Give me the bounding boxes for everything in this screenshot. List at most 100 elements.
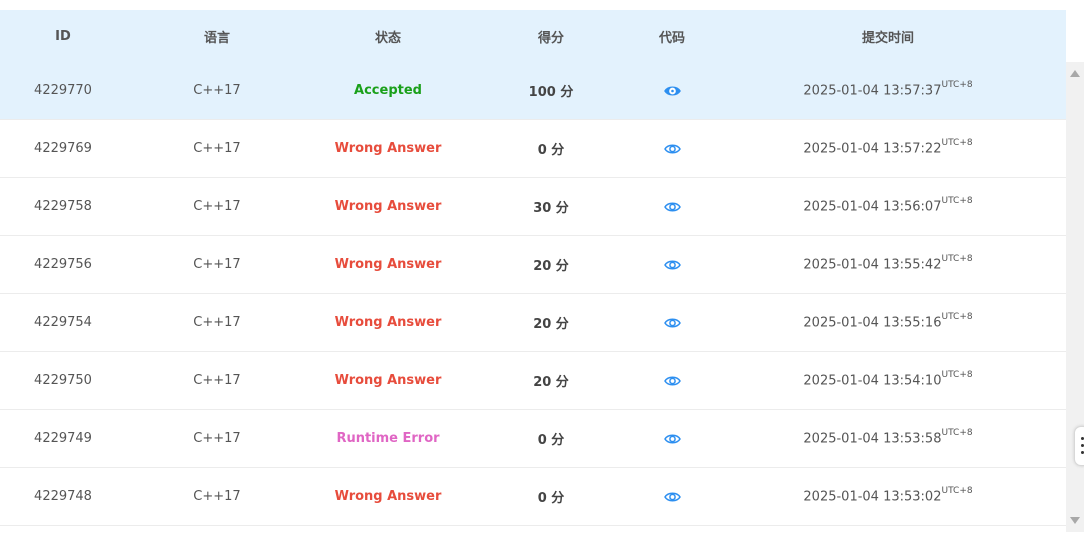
table-row[interactable]: 4229756 C++17 Wrong Answer 20 分 2025-01-04 1… — [0, 236, 1066, 294]
score-value: 0 分 — [537, 491, 565, 506]
submission-id[interactable]: 4229756 — [0, 257, 126, 272]
table-row[interactable]: 4229750 C++17 Wrong Answer 20 分 2025-01-04 1… — [0, 352, 1066, 410]
timezone-label: UTC+8 — [941, 138, 973, 149]
submission-status[interactable]: Wrong Answer — [308, 315, 468, 330]
status-label[interactable]: Wrong Answer — [335, 199, 442, 214]
table-row[interactable]: 4229749 C++17 Runtime Error 0 分 2025-01-04 1… — [0, 410, 1066, 468]
submission-language: C++17 — [193, 315, 241, 330]
side-drag-handle[interactable] — [1074, 426, 1084, 466]
submit-time: 2025-01-04 13:55:16UTC+8 — [710, 312, 1066, 331]
score-value: 0 分 — [537, 433, 565, 448]
submission-status[interactable]: Wrong Answer — [308, 489, 468, 504]
submit-time: 2025-01-04 13:57:37UTC+8 — [710, 80, 1066, 98]
submission-id[interactable]: 4229748 — [0, 489, 126, 504]
time-value: 2025-01-04 13:54:10 — [803, 373, 942, 389]
table-body: 4229770 C++17 Accepted 100 分 2025-01-04 13:5… — [0, 62, 1066, 526]
submission-language: C++17 — [193, 199, 241, 214]
submission-table: ID 语言 状态 得分 代码 提交时间 4229770 C++17 Accepted… — [0, 10, 1066, 526]
time-value: 2025-01-04 13:55:42 — [803, 257, 942, 273]
status-label[interactable]: Accepted — [354, 83, 422, 98]
score-value: 100 分 — [528, 85, 574, 100]
column-header-submit-time[interactable]: 提交时间 — [710, 27, 1066, 46]
score-value: 20 分 — [533, 317, 569, 332]
eye-icon[interactable] — [663, 433, 681, 445]
submission-id[interactable]: 4229770 — [0, 83, 126, 98]
view-code-cell[interactable] — [634, 431, 710, 446]
submit-time: 2025-01-04 13:57:22UTC+8 — [710, 138, 1066, 156]
toolbar-strip — [0, 0, 1066, 10]
column-header-status[interactable]: 状态 — [308, 27, 468, 46]
submission-status[interactable]: Wrong Answer — [308, 199, 468, 214]
submit-time: 2025-01-04 13:53:58UTC+8 — [710, 428, 1066, 447]
view-code-cell[interactable] — [634, 373, 710, 388]
column-header-language[interactable]: 语言 — [126, 27, 308, 46]
submission-language: C++17 — [193, 431, 241, 446]
column-header-code: 代码 — [658, 30, 685, 46]
table-row[interactable]: 4229754 C++17 Wrong Answer 20 分 2025-01-04 1… — [0, 294, 1066, 352]
table-row[interactable]: 4229770 C++17 Accepted 100 分 2025-01-04 13:5… — [0, 62, 1066, 120]
submit-time: 2025-01-04 13:55:42UTC+8 — [710, 254, 1066, 273]
timezone-label: UTC+8 — [941, 486, 973, 497]
time-value: 2025-01-04 13:56:07 — [803, 199, 942, 215]
time-value: 2025-01-04 13:53:02 — [803, 489, 942, 505]
score-value: 20 分 — [533, 259, 569, 274]
view-code-cell[interactable] — [634, 199, 710, 214]
status-label[interactable]: Wrong Answer — [335, 489, 442, 504]
score-value: 30 分 — [533, 201, 569, 216]
score-value: 20 分 — [533, 375, 569, 390]
status-label[interactable]: Runtime Error — [336, 431, 439, 446]
view-code-cell[interactable] — [634, 257, 710, 272]
eye-icon[interactable] — [663, 201, 681, 213]
eye-icon[interactable] — [663, 85, 681, 97]
view-code-cell[interactable] — [634, 83, 710, 98]
timezone-label: UTC+8 — [941, 254, 973, 265]
submission-language: C++17 — [193, 83, 241, 98]
eye-icon[interactable] — [663, 491, 681, 503]
timezone-label: UTC+8 — [941, 196, 973, 207]
scroll-up-arrow-icon[interactable] — [1070, 70, 1080, 77]
eye-icon[interactable] — [663, 375, 681, 387]
view-code-cell[interactable] — [634, 489, 710, 504]
table-row[interactable]: 4229748 C++17 Wrong Answer 0 分 2025-01-04 13… — [0, 468, 1066, 526]
column-header-id[interactable]: ID — [0, 29, 126, 44]
submit-time: 2025-01-04 13:53:02UTC+8 — [710, 486, 1066, 505]
submission-status[interactable]: Runtime Error — [308, 431, 468, 446]
status-label[interactable]: Wrong Answer — [335, 257, 442, 272]
eye-icon[interactable] — [663, 317, 681, 329]
submission-id[interactable]: 4229754 — [0, 315, 126, 330]
table-header: ID 语言 状态 得分 代码 提交时间 — [0, 10, 1066, 62]
submission-score: 30 分 — [468, 197, 634, 216]
submission-score: 20 分 — [468, 255, 634, 274]
submission-id[interactable]: 4229750 — [0, 373, 126, 388]
status-label[interactable]: Wrong Answer — [335, 373, 442, 388]
submission-id[interactable]: 4229769 — [0, 141, 126, 156]
submission-score: 0 分 — [468, 139, 634, 158]
timezone-label: UTC+8 — [941, 370, 973, 381]
status-label[interactable]: Wrong Answer — [335, 141, 442, 156]
column-header-score[interactable]: 得分 — [468, 27, 634, 46]
submission-status[interactable]: Wrong Answer — [308, 141, 468, 156]
submit-time: 2025-01-04 13:56:07UTC+8 — [710, 196, 1066, 215]
table-row[interactable]: 4229758 C++17 Wrong Answer 30 分 2025-01-04 1… — [0, 178, 1066, 236]
status-label[interactable]: Wrong Answer — [335, 315, 442, 330]
submission-score: 20 分 — [468, 371, 634, 390]
submission-id[interactable]: 4229758 — [0, 199, 126, 214]
eye-icon[interactable] — [663, 143, 681, 155]
view-code-cell[interactable] — [634, 141, 710, 156]
submission-status[interactable]: Accepted — [308, 83, 468, 98]
view-code-cell[interactable] — [634, 315, 710, 330]
submission-page: ID 语言 状态 得分 代码 提交时间 4229770 C++17 Accepted… — [0, 0, 1084, 545]
table-row[interactable]: 4229769 C++17 Wrong Answer 0 分 2025-01-04 13… — [0, 120, 1066, 178]
time-value: 2025-01-04 13:55:16 — [803, 315, 942, 331]
submit-time: 2025-01-04 13:54:10UTC+8 — [710, 370, 1066, 389]
eye-icon[interactable] — [663, 259, 681, 271]
submission-language: C++17 — [193, 257, 241, 272]
submission-language: C++17 — [193, 373, 241, 388]
scroll-down-arrow-icon[interactable] — [1070, 517, 1080, 524]
submission-language: C++17 — [193, 141, 241, 156]
submission-id[interactable]: 4229749 — [0, 431, 126, 446]
submission-score: 0 分 — [468, 487, 634, 506]
submission-status[interactable]: Wrong Answer — [308, 373, 468, 388]
time-value: 2025-01-04 13:53:58 — [803, 431, 942, 447]
submission-status[interactable]: Wrong Answer — [308, 257, 468, 272]
